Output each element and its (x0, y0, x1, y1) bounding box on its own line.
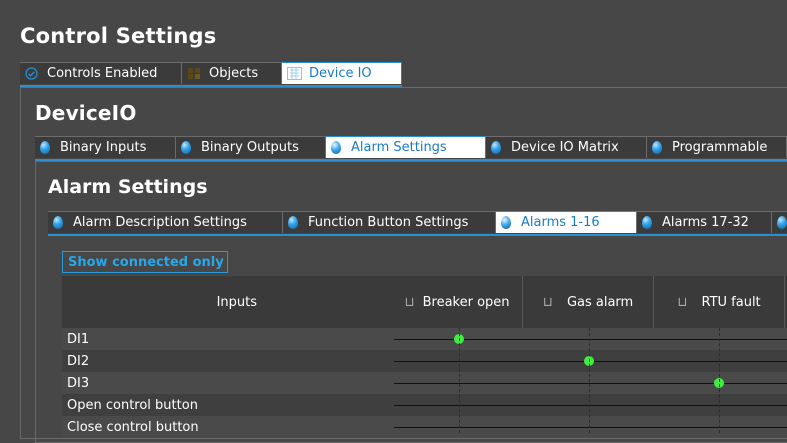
objects-icon (187, 67, 200, 81)
drop-icon (777, 216, 787, 229)
connector-icon: ⊔ (677, 294, 688, 310)
column-header[interactable]: ⊔ Breaker open (392, 276, 522, 328)
tab-label: Binary Inputs (60, 140, 147, 155)
signal-line (394, 427, 787, 428)
drop-icon (331, 141, 341, 154)
device-io-title: DeviceIO (35, 101, 137, 125)
tab-objects[interactable]: Objects (182, 62, 282, 84)
drop-icon (53, 216, 63, 229)
tab-more[interactable] (772, 211, 787, 233)
drop-icon (181, 141, 191, 154)
column-header-label: RTU fault (701, 294, 761, 310)
tab-binary-inputs[interactable]: Binary Inputs (35, 136, 176, 158)
signal-line (394, 383, 787, 384)
tab-device-io-matrix[interactable]: Device IO Matrix (486, 136, 647, 158)
column-header[interactable]: ⊔ RTU fault (654, 276, 784, 328)
row-label: DI1 (67, 331, 90, 347)
connector-icon: ⊔ (542, 294, 553, 310)
drop-icon (501, 216, 511, 229)
page-title: Control Settings (20, 24, 217, 48)
tab-label: Alarm Description Settings (73, 215, 247, 230)
connector-icon: ⊔ (404, 294, 415, 310)
inputs-header: Inputs (62, 276, 392, 328)
tab-label: Binary Outputs (201, 140, 299, 155)
tab-programmable[interactable]: Programmable (647, 136, 787, 158)
drop-icon (642, 216, 652, 229)
drop-icon (652, 141, 662, 154)
device-io-icon (287, 66, 302, 81)
tab-alarm-settings[interactable]: Alarm Settings (326, 136, 486, 158)
tab-alarm-description-settings[interactable]: Alarm Description Settings (48, 211, 283, 233)
tab-label: Alarm Settings (351, 140, 447, 155)
drop-icon (491, 141, 501, 154)
tab-alarms-1-16[interactable]: Alarms 1-16 (496, 211, 637, 233)
tab-label: Device IO Matrix (511, 140, 619, 155)
tab-function-button-settings[interactable]: Function Button Settings (283, 211, 496, 233)
alarm-tab-bar: Alarm Description Settings Function Butt… (48, 211, 787, 236)
tab-label: Alarms 1-16 (521, 215, 600, 230)
row-label: Close control button (67, 419, 199, 435)
inputs-header-label: Inputs (216, 294, 257, 310)
column-guide (719, 328, 720, 433)
top-tab-bar: Controls Enabled Objects Device IO (20, 62, 402, 87)
signal-line (394, 339, 787, 340)
alarm-settings-title: Alarm Settings (48, 176, 208, 198)
tab-label: Function Button Settings (308, 215, 469, 230)
tab-label: Controls Enabled (47, 66, 158, 81)
tab-alarms-17-32[interactable]: Alarms 17-32 (637, 211, 772, 233)
device-io-tab-bar: Binary Inputs Binary Outputs Alarm Setti… (35, 136, 787, 161)
column-guide (589, 328, 590, 433)
show-connected-only-button[interactable]: Show connected only (62, 251, 228, 273)
drop-icon (40, 141, 50, 154)
row-label: DI2 (67, 353, 90, 369)
tab-label: Objects (209, 66, 259, 81)
tab-controls-enabled[interactable]: Controls Enabled (20, 62, 182, 84)
column-header[interactable]: ⊔ Gas alarm (523, 276, 653, 328)
row-label: DI3 (67, 375, 90, 391)
tab-device-io[interactable]: Device IO (282, 62, 402, 84)
tab-binary-outputs[interactable]: Binary Outputs (176, 136, 326, 158)
column-guide (459, 328, 460, 433)
check-icon (25, 66, 38, 81)
tab-label: Device IO (309, 66, 372, 81)
alarm-matrix: Inputs ⊔ Breaker open ⊔ Gas alarm ⊔ RTU … (62, 276, 787, 438)
column-header-label: Breaker open (422, 294, 510, 310)
signal-line (394, 405, 787, 406)
drop-icon (288, 216, 298, 229)
tab-label: Programmable (672, 140, 768, 155)
tab-label: Alarms 17-32 (662, 215, 749, 230)
row-label: Open control button (67, 397, 198, 413)
column-header-label: Gas alarm (566, 294, 634, 310)
